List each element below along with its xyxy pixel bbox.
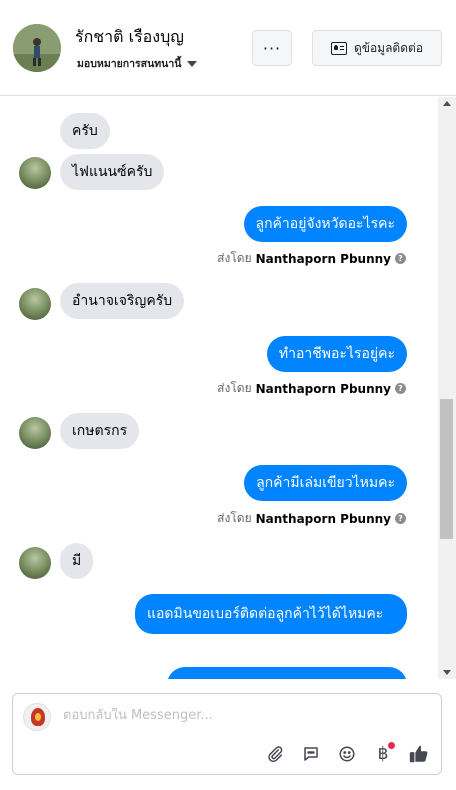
baht-icon[interactable]: ฿ bbox=[371, 742, 395, 766]
message-bubble-incoming: อำนาจเจริญครับ bbox=[60, 283, 185, 319]
help-icon[interactable]: ? bbox=[395, 253, 406, 264]
message-bubble-incoming: ครับ bbox=[60, 113, 110, 149]
sender-avatar bbox=[19, 288, 51, 320]
sent-by-caption: ส่งโดย Nanthaporn Pbunny ? bbox=[217, 509, 406, 528]
sent-by-name: Nanthaporn Pbunny bbox=[255, 381, 391, 396]
assign-label: มอบหมายการสนทนานี้ bbox=[77, 58, 182, 70]
paperclip-icon[interactable] bbox=[263, 742, 287, 766]
smiley-icon[interactable] bbox=[335, 742, 359, 766]
sent-by-caption: ส่งโดย Nanthaporn Pbunny ? bbox=[217, 379, 406, 398]
message-bubble-outgoing: ทำอาชีพอะไรอยู่คะ bbox=[266, 336, 407, 372]
caret-down-icon bbox=[187, 60, 198, 67]
message-bubble-incoming: เกษตรกร bbox=[60, 413, 140, 449]
sent-by-caption: ส่งโดย Nanthaporn Pbunny ? bbox=[217, 249, 406, 268]
sender-avatar bbox=[19, 417, 51, 449]
message-bubble-outgoing: ลูกค้ามีเล่มเขียวไหมคะ bbox=[244, 465, 407, 501]
message-bubble-outgoing: แอดมินขอเบอร์ติดต่อลูกค้าไว้ได้ไหมคะ bbox=[135, 594, 407, 634]
message-bubble-incoming: ไฟแนนซ์ครับ bbox=[60, 154, 165, 190]
chat-icon[interactable] bbox=[299, 742, 323, 766]
sent-by-prefix: ส่งโดย bbox=[217, 511, 252, 525]
more-options-button[interactable]: ··· bbox=[252, 30, 292, 66]
sent-by-prefix: ส่งโดย bbox=[217, 251, 252, 265]
view-contact-info-button[interactable]: ดูข้อมูลติดต่อ bbox=[312, 30, 442, 66]
more-icon: ··· bbox=[262, 38, 282, 58]
page-avatar bbox=[23, 703, 51, 731]
sender-avatar bbox=[19, 547, 51, 579]
contact-avatar[interactable] bbox=[13, 24, 61, 72]
thumbs-up-icon[interactable] bbox=[407, 742, 431, 766]
contact-card-icon bbox=[330, 41, 347, 55]
message-bubble-outgoing-partial bbox=[167, 667, 407, 679]
sent-by-name: Nanthaporn Pbunny bbox=[255, 251, 391, 266]
view-contact-info-label: ดูข้อมูลติดต่อ bbox=[353, 40, 424, 55]
sent-by-name: Nanthaporn Pbunny bbox=[255, 511, 391, 526]
sent-by-prefix: ส่งโดย bbox=[217, 381, 252, 395]
reply-input[interactable] bbox=[63, 708, 423, 723]
conversation-header: รักชาติ เรืองบุญ มอบหมายการสนทนานี้ ··· … bbox=[0, 0, 456, 96]
scroll-up-arrow-icon[interactable] bbox=[443, 101, 451, 106]
contact-name: รักชาติ เรืองบุญ bbox=[75, 27, 184, 46]
scroll-down-arrow-icon[interactable] bbox=[443, 670, 451, 675]
sender-avatar bbox=[19, 157, 51, 189]
notification-dot bbox=[388, 742, 395, 749]
assign-conversation-dropdown[interactable]: มอบหมายการสนทนานี้ bbox=[77, 55, 198, 72]
reply-composer: ฿ bbox=[12, 693, 442, 775]
message-bubble-outgoing: ลูกค้าอยู่จังหวัดอะไรคะ bbox=[243, 206, 407, 242]
help-icon[interactable]: ? bbox=[395, 513, 406, 524]
message-bubble-incoming: มี bbox=[60, 543, 94, 579]
message-list-scrollbar[interactable] bbox=[438, 97, 456, 679]
scroll-thumb[interactable] bbox=[440, 399, 453, 539]
message-list[interactable]: ครับ ไฟแนนซ์ครับ ลูกค้าอยู่จังหวัดอะไรคะ… bbox=[0, 97, 438, 679]
help-icon[interactable]: ? bbox=[395, 383, 406, 394]
